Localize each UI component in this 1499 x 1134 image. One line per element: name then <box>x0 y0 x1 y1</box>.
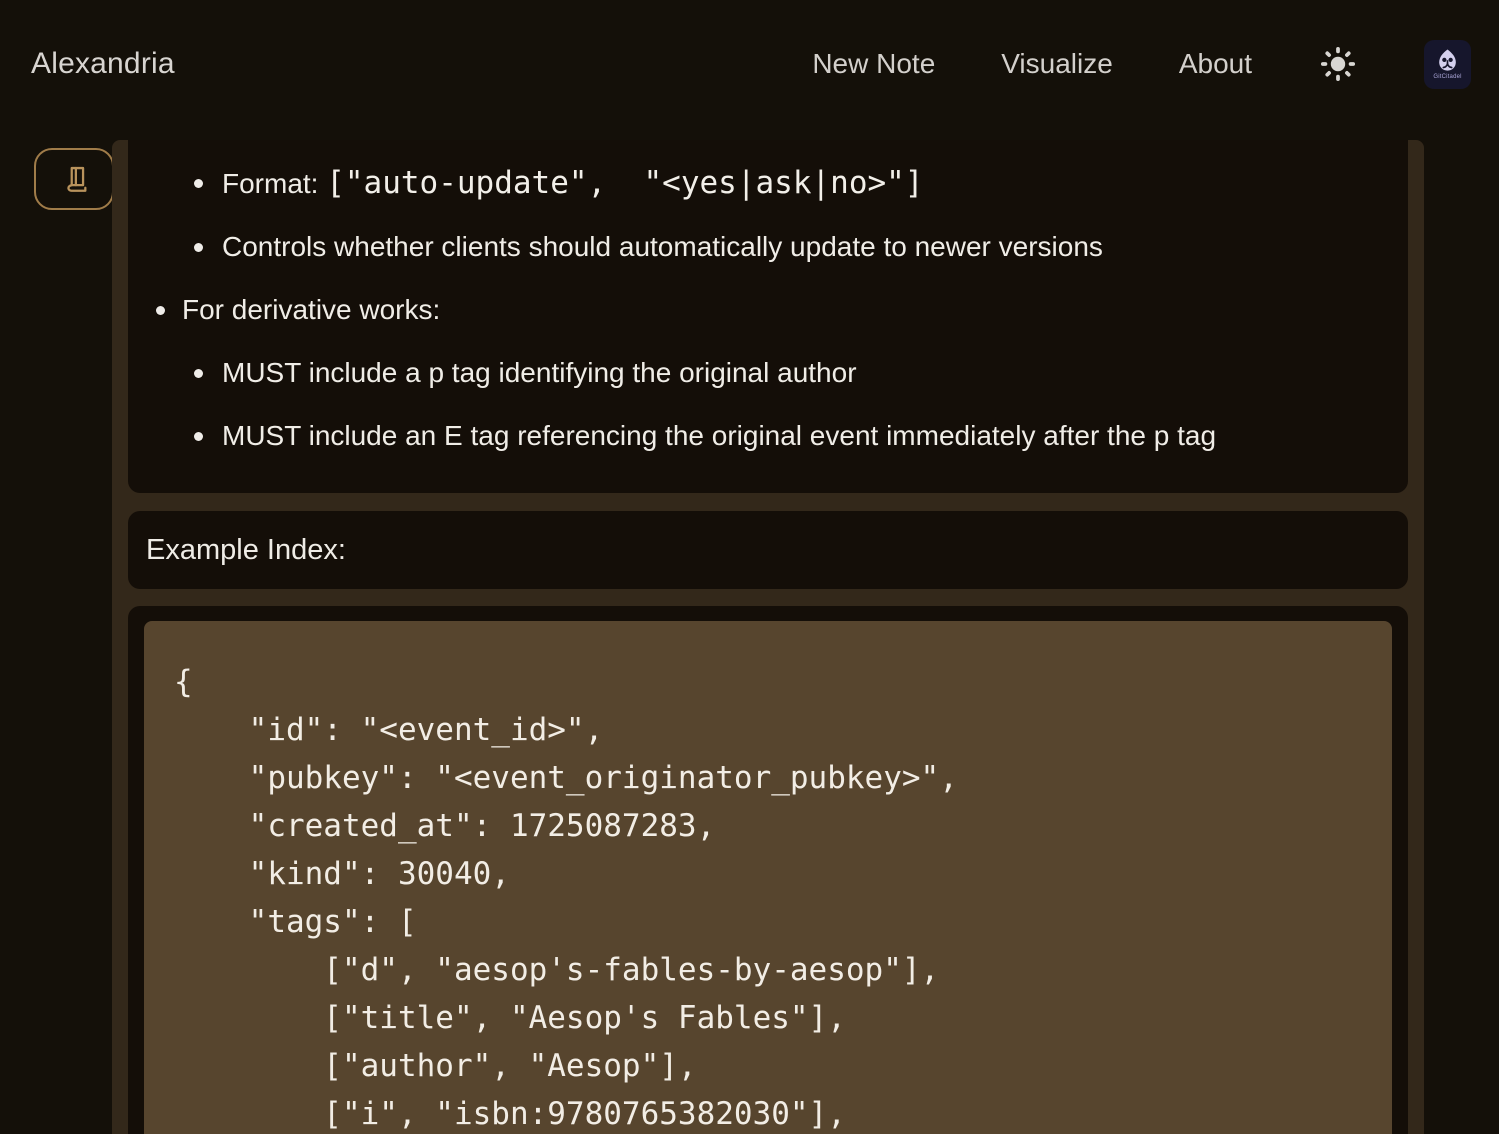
nav-links: New Note Visualize About <box>812 40 1471 89</box>
list-item: Controls whether clients should automati… <box>146 230 1390 264</box>
json-code-text: { "id": "<event_id>", "pubkey": "<event_… <box>174 658 1362 1134</box>
json-code-block: { "id": "<event_id>", "pubkey": "<event_… <box>144 621 1392 1134</box>
main-layout: Format: ["auto-update", "<yes|ask|no>"] … <box>0 140 1499 1134</box>
theme-toggle-button[interactable] <box>1318 44 1358 84</box>
example-code-panel: { "id": "<event_id>", "pubkey": "<event_… <box>128 606 1408 1134</box>
gitcitadel-logo[interactable]: GitCitadel <box>1424 40 1471 89</box>
list-item: Format: ["auto-update", "<yes|ask|no>"] <box>146 166 1390 201</box>
top-nav: Alexandria New Note Visualize About <box>0 0 1499 128</box>
spec-rules-panel: Format: ["auto-update", "<yes|ask|no>"] … <box>128 140 1408 493</box>
bullet-dot <box>156 306 165 315</box>
list-item-text: MUST include a p tag identifying the ori… <box>222 357 857 388</box>
bullet-dot <box>194 432 203 441</box>
example-index-panel: Example Index: <box>128 511 1408 589</box>
logo-label: GitCitadel <box>1433 74 1461 81</box>
example-index-label: Example Index: <box>146 534 346 567</box>
inline-code: ["auto-update", "<yes|ask|no>"] <box>326 165 923 201</box>
bullet-dot <box>194 243 203 252</box>
book-icon <box>58 163 90 195</box>
list-item: MUST include an E tag referencing the or… <box>146 419 1390 453</box>
list-item: For derivative works: <box>146 293 1390 327</box>
app-title[interactable]: Alexandria <box>31 47 175 81</box>
bullet-dot <box>194 179 203 188</box>
list-item-text: Format: <box>222 168 326 199</box>
bullet-dot <box>194 369 203 378</box>
nav-about[interactable]: About <box>1179 48 1252 80</box>
list-item-text: Controls whether clients should automati… <box>222 231 1103 262</box>
list-item: MUST include a p tag identifying the ori… <box>146 356 1390 390</box>
nav-visualize[interactable]: Visualize <box>1001 48 1113 80</box>
gitcitadel-hood-icon <box>1434 47 1461 74</box>
library-sidebar-button[interactable] <box>34 148 114 210</box>
list-item-text: For derivative works: <box>182 294 440 325</box>
sun-icon <box>1320 46 1356 82</box>
nav-new-note[interactable]: New Note <box>812 48 935 80</box>
list-item-text: MUST include an E tag referencing the or… <box>222 420 1216 451</box>
document-container: Format: ["auto-update", "<yes|ask|no>"] … <box>112 140 1424 1134</box>
